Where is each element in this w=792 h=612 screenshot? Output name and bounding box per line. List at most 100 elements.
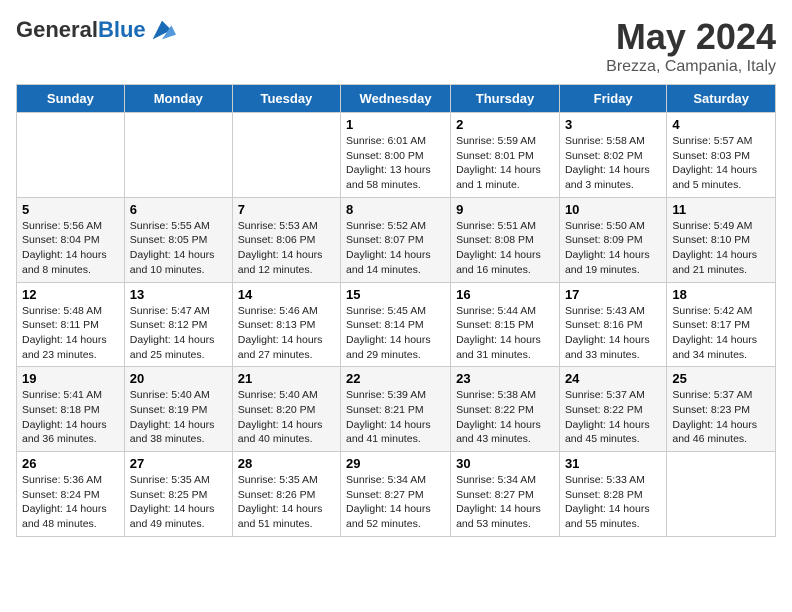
- day-info: Sunrise: 5:34 AM Sunset: 8:27 PM Dayligh…: [346, 473, 445, 532]
- day-number: 29: [346, 456, 445, 471]
- week-row-5: 26Sunrise: 5:36 AM Sunset: 8:24 PM Dayli…: [17, 452, 776, 537]
- week-row-1: 1 Sunrise: 6:01 AM Sunset: 8:00 PM Daylig…: [17, 113, 776, 198]
- title-block: May 2024 Brezza, Campania, Italy: [606, 16, 776, 76]
- day-number: 31: [565, 456, 661, 471]
- day-number: 17: [565, 287, 661, 302]
- day-info: Sunrise: 5:47 AM Sunset: 8:12 PM Dayligh…: [130, 304, 227, 363]
- header-row: SundayMondayTuesdayWednesdayThursdayFrid…: [17, 85, 776, 113]
- calendar-cell: 27Sunrise: 5:35 AM Sunset: 8:25 PM Dayli…: [124, 452, 232, 537]
- calendar-cell: 29 Sunrise: 5:34 AM Sunset: 8:27 PM Dayli…: [341, 452, 451, 537]
- calendar-cell: 8 Sunrise: 5:52 AM Sunset: 8:07 PM Daylig…: [341, 197, 451, 282]
- day-info: Sunrise: 5:45 AM Sunset: 8:14 PM Dayligh…: [346, 304, 445, 363]
- header-day-sunday: Sunday: [17, 85, 125, 113]
- header-day-tuesday: Tuesday: [232, 85, 340, 113]
- calendar-cell: 31 Sunrise: 5:33 AM Sunset: 8:28 PM Dayli…: [559, 452, 666, 537]
- calendar-cell: 23 Sunrise: 5:38 AM Sunset: 8:22 PM Dayli…: [451, 367, 560, 452]
- calendar-cell: [124, 113, 232, 198]
- calendar-cell: 18 Sunrise: 5:42 AM Sunset: 8:17 PM Dayli…: [667, 282, 776, 367]
- calendar-cell: 20 Sunrise: 5:40 AM Sunset: 8:19 PM Dayli…: [124, 367, 232, 452]
- day-info: Sunrise: 5:41 AM Sunset: 8:18 PM Dayligh…: [22, 388, 119, 447]
- calendar-cell: 1 Sunrise: 6:01 AM Sunset: 8:00 PM Daylig…: [341, 113, 451, 198]
- logo-blue: Blue: [98, 17, 146, 42]
- header-day-wednesday: Wednesday: [341, 85, 451, 113]
- week-row-4: 19 Sunrise: 5:41 AM Sunset: 8:18 PM Dayli…: [17, 367, 776, 452]
- week-row-2: 5Sunrise: 5:56 AM Sunset: 8:04 PM Daylig…: [17, 197, 776, 282]
- calendar-cell: 14Sunrise: 5:46 AM Sunset: 8:13 PM Dayli…: [232, 282, 340, 367]
- day-info: Sunrise: 5:39 AM Sunset: 8:21 PM Dayligh…: [346, 388, 445, 447]
- calendar-cell: 26Sunrise: 5:36 AM Sunset: 8:24 PM Dayli…: [17, 452, 125, 537]
- calendar-cell: [667, 452, 776, 537]
- day-number: 25: [672, 371, 770, 386]
- day-number: 28: [238, 456, 335, 471]
- logo: GeneralBlue: [16, 16, 176, 44]
- day-info: Sunrise: 5:43 AM Sunset: 8:16 PM Dayligh…: [565, 304, 661, 363]
- day-number: 2: [456, 117, 554, 132]
- page-header: GeneralBlue May 2024 Brezza, Campania, I…: [16, 16, 776, 76]
- day-info: Sunrise: 5:42 AM Sunset: 8:17 PM Dayligh…: [672, 304, 770, 363]
- calendar-cell: [17, 113, 125, 198]
- day-number: 13: [130, 287, 227, 302]
- calendar-cell: 2Sunrise: 5:59 AM Sunset: 8:01 PM Daylig…: [451, 113, 560, 198]
- calendar-cell: 13 Sunrise: 5:47 AM Sunset: 8:12 PM Dayli…: [124, 282, 232, 367]
- day-info: Sunrise: 5:35 AM Sunset: 8:26 PM Dayligh…: [238, 473, 335, 532]
- header-day-monday: Monday: [124, 85, 232, 113]
- calendar-cell: 12 Sunrise: 5:48 AM Sunset: 8:11 PM Dayli…: [17, 282, 125, 367]
- day-number: 16: [456, 287, 554, 302]
- day-number: 15: [346, 287, 445, 302]
- day-info: Sunrise: 5:44 AM Sunset: 8:15 PM Dayligh…: [456, 304, 554, 363]
- calendar-header: SundayMondayTuesdayWednesdayThursdayFrid…: [17, 85, 776, 113]
- logo-icon: [148, 16, 176, 44]
- day-number: 23: [456, 371, 554, 386]
- day-number: 19: [22, 371, 119, 386]
- day-number: 18: [672, 287, 770, 302]
- main-title: May 2024: [606, 16, 776, 58]
- day-info: Sunrise: 5:50 AM Sunset: 8:09 PM Dayligh…: [565, 219, 661, 278]
- calendar-cell: 24Sunrise: 5:37 AM Sunset: 8:22 PM Dayli…: [559, 367, 666, 452]
- day-info: Sunrise: 5:55 AM Sunset: 8:05 PM Dayligh…: [130, 219, 227, 278]
- header-day-saturday: Saturday: [667, 85, 776, 113]
- day-number: 14: [238, 287, 335, 302]
- logo-text: GeneralBlue: [16, 17, 146, 43]
- logo-general: General: [16, 17, 98, 42]
- day-info: Sunrise: 5:40 AM Sunset: 8:19 PM Dayligh…: [130, 388, 227, 447]
- day-number: 20: [130, 371, 227, 386]
- calendar-cell: 22 Sunrise: 5:39 AM Sunset: 8:21 PM Dayli…: [341, 367, 451, 452]
- calendar-cell: 7 Sunrise: 5:53 AM Sunset: 8:06 PM Daylig…: [232, 197, 340, 282]
- day-info: Sunrise: 5:36 AM Sunset: 8:24 PM Dayligh…: [22, 473, 119, 532]
- calendar-cell: 17 Sunrise: 5:43 AM Sunset: 8:16 PM Dayli…: [559, 282, 666, 367]
- day-info: Sunrise: 5:35 AM Sunset: 8:25 PM Dayligh…: [130, 473, 227, 532]
- day-number: 9: [456, 202, 554, 217]
- day-number: 1: [346, 117, 445, 132]
- week-row-3: 12 Sunrise: 5:48 AM Sunset: 8:11 PM Dayli…: [17, 282, 776, 367]
- calendar-cell: 16 Sunrise: 5:44 AM Sunset: 8:15 PM Dayli…: [451, 282, 560, 367]
- day-info: Sunrise: 5:58 AM Sunset: 8:02 PM Dayligh…: [565, 134, 661, 193]
- day-info: Sunrise: 5:52 AM Sunset: 8:07 PM Dayligh…: [346, 219, 445, 278]
- day-info: Sunrise: 5:51 AM Sunset: 8:08 PM Dayligh…: [456, 219, 554, 278]
- calendar-cell: 30 Sunrise: 5:34 AM Sunset: 8:27 PM Dayli…: [451, 452, 560, 537]
- day-number: 8: [346, 202, 445, 217]
- day-info: Sunrise: 5:34 AM Sunset: 8:27 PM Dayligh…: [456, 473, 554, 532]
- calendar-cell: 25Sunrise: 5:37 AM Sunset: 8:23 PM Dayli…: [667, 367, 776, 452]
- calendar-cell: 3Sunrise: 5:58 AM Sunset: 8:02 PM Daylig…: [559, 113, 666, 198]
- day-number: 30: [456, 456, 554, 471]
- day-number: 7: [238, 202, 335, 217]
- calendar-cell: 4Sunrise: 5:57 AM Sunset: 8:03 PM Daylig…: [667, 113, 776, 198]
- calendar-cell: 15 Sunrise: 5:45 AM Sunset: 8:14 PM Dayli…: [341, 282, 451, 367]
- day-info: Sunrise: 5:49 AM Sunset: 8:10 PM Dayligh…: [672, 219, 770, 278]
- day-info: Sunrise: 5:38 AM Sunset: 8:22 PM Dayligh…: [456, 388, 554, 447]
- calendar-cell: 5Sunrise: 5:56 AM Sunset: 8:04 PM Daylig…: [17, 197, 125, 282]
- calendar-body: 1 Sunrise: 6:01 AM Sunset: 8:00 PM Daylig…: [17, 113, 776, 537]
- day-number: 12: [22, 287, 119, 302]
- subtitle: Brezza, Campania, Italy: [606, 58, 776, 76]
- day-info: Sunrise: 6:01 AM Sunset: 8:00 PM Dayligh…: [346, 134, 445, 193]
- calendar-table: SundayMondayTuesdayWednesdayThursdayFrid…: [16, 84, 776, 537]
- header-day-thursday: Thursday: [451, 85, 560, 113]
- day-info: Sunrise: 5:53 AM Sunset: 8:06 PM Dayligh…: [238, 219, 335, 278]
- day-number: 22: [346, 371, 445, 386]
- day-info: Sunrise: 5:40 AM Sunset: 8:20 PM Dayligh…: [238, 388, 335, 447]
- day-number: 10: [565, 202, 661, 217]
- day-info: Sunrise: 5:48 AM Sunset: 8:11 PM Dayligh…: [22, 304, 119, 363]
- day-number: 5: [22, 202, 119, 217]
- day-info: Sunrise: 5:33 AM Sunset: 8:28 PM Dayligh…: [565, 473, 661, 532]
- day-number: 4: [672, 117, 770, 132]
